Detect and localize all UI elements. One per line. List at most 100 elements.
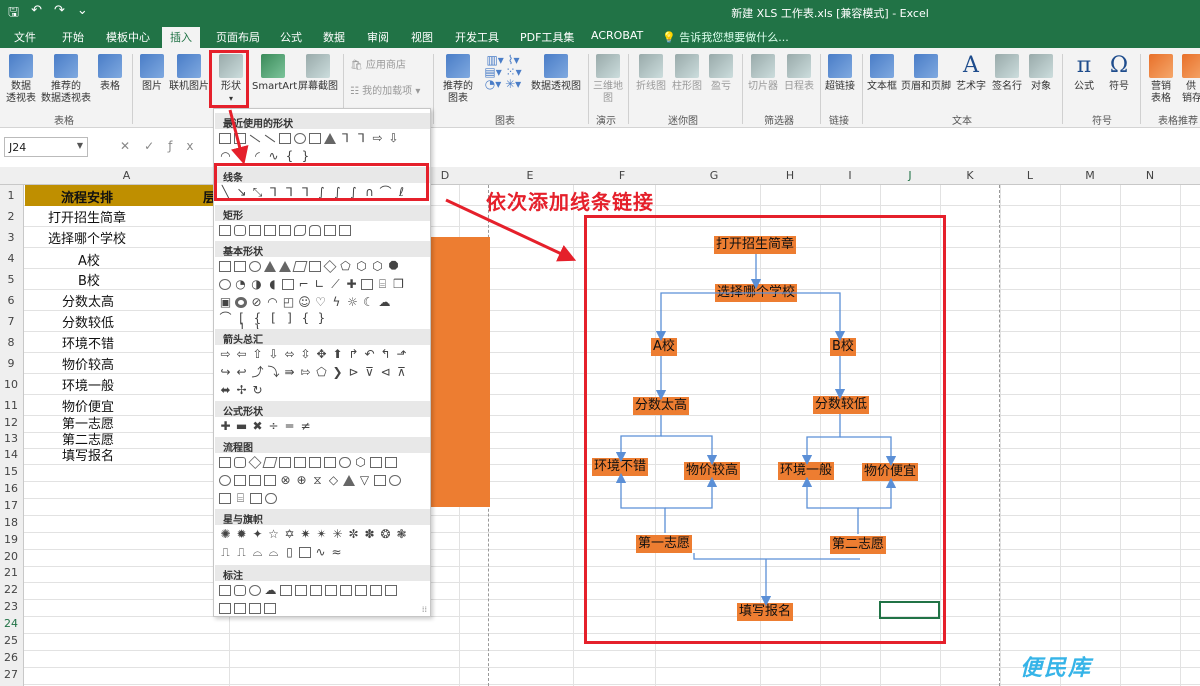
explosion-2-icon[interactable]: ✹ — [235, 528, 248, 541]
vert-textbox-icon[interactable] — [234, 261, 246, 272]
sort-icon[interactable]: ◇ — [327, 474, 340, 487]
cell[interactable]: A校 — [78, 250, 100, 269]
enter-icon[interactable]: ✓ — [144, 139, 168, 153]
multidocument-icon[interactable] — [324, 457, 336, 468]
double-wave-icon[interactable]: ≈ — [330, 546, 343, 559]
fx-icon[interactable]: ƒx — [168, 139, 207, 153]
bent-up-arrow-icon[interactable]: ⬏ — [395, 348, 408, 361]
up-callout-arrow-icon[interactable]: ⊼ — [395, 366, 408, 379]
left-block-arrow-icon[interactable]: ⇦ — [235, 348, 248, 361]
vertical-textbox-shape-icon[interactable] — [234, 133, 246, 144]
stored-data-icon[interactable] — [374, 475, 386, 486]
row-header[interactable]: 13 — [0, 432, 22, 445]
marketing-table-button[interactable]: 营销 表格 — [1144, 54, 1178, 105]
smartart-button[interactable]: SmartArt — [252, 54, 297, 93]
donut-icon[interactable] — [235, 297, 247, 308]
left-bracket-icon[interactable]: [ — [267, 312, 280, 325]
row-header[interactable]: 5 — [0, 273, 22, 286]
accent-callout-1-icon[interactable] — [340, 585, 352, 596]
down-block-arrow-icon[interactable]: ⇩ — [267, 348, 280, 361]
diamond-icon[interactable] — [323, 259, 337, 274]
column-header[interactable]: A — [24, 169, 229, 182]
column-header[interactable]: I — [820, 169, 880, 182]
row-header[interactable]: 11 — [0, 399, 22, 412]
curved-down-arrow-icon[interactable]: ⤵ — [267, 366, 280, 379]
minus-icon[interactable]: ▬ — [235, 420, 248, 433]
row-header[interactable]: 18 — [0, 516, 22, 529]
up-down-arrow-icon[interactable]: ⇳ — [299, 348, 312, 361]
round-top-rect-icon[interactable] — [309, 225, 321, 236]
merge-icon[interactable]: ▽ — [358, 474, 371, 487]
flow-node-price-low[interactable]: 物价便宜 — [862, 463, 919, 481]
cloud-callout-icon[interactable]: ☁ — [264, 584, 277, 597]
rounded-rectangle-shape-icon[interactable] — [309, 133, 321, 144]
table-button[interactable]: 表格 — [96, 54, 124, 93]
star-24-icon[interactable]: ❂ — [379, 528, 392, 541]
pie-icon[interactable]: ◔ — [234, 278, 247, 291]
left-callout-arrow-icon[interactable]: ⊲ — [379, 366, 392, 379]
cell[interactable]: 物价较高 — [62, 354, 114, 373]
chevron-icon[interactable]: ❯ — [331, 366, 344, 379]
row-header[interactable]: 16 — [0, 482, 22, 495]
row-header[interactable]: 20 — [0, 550, 22, 563]
line-callout-1-icon[interactable] — [280, 585, 292, 596]
accent-callout-3-icon[interactable] — [370, 585, 382, 596]
line-callout-2-icon[interactable] — [295, 585, 307, 596]
curved-right-arrow-icon[interactable]: ↪ — [219, 366, 232, 379]
left-right-callout-icon[interactable]: ⬌ — [219, 384, 232, 397]
row-header[interactable]: 15 — [0, 465, 22, 478]
frame-rect-icon[interactable] — [339, 225, 351, 236]
row-header[interactable]: 23 — [0, 600, 22, 613]
column-header[interactable]: N — [1120, 169, 1180, 182]
ribbon-up-icon[interactable]: ⎍ — [219, 546, 232, 559]
name-box[interactable]: J24 ▼ — [4, 137, 88, 157]
flow-node-open[interactable]: 打开招生简章 — [714, 236, 797, 254]
column-header[interactable]: H — [760, 169, 820, 182]
left-right-up-arrow-icon[interactable]: ⬆ — [331, 348, 344, 361]
connector-icon[interactable] — [219, 475, 231, 486]
circular-arrow-icon[interactable]: ↻ — [251, 384, 264, 397]
right-bracket-icon[interactable]: ] — [283, 312, 296, 325]
row-header[interactable]: 7 — [0, 315, 22, 328]
arrow-shape-icon[interactable]: ↘ — [235, 150, 248, 163]
border-callout-4-icon[interactable] — [264, 603, 276, 614]
bevel-icon[interactable]: ▣ — [219, 296, 232, 309]
column-header[interactable]: K — [940, 169, 1000, 182]
flow-node-env-ok[interactable]: 环境一般 — [778, 462, 835, 480]
left-brace-icon[interactable]: { — [299, 312, 312, 325]
tab-developer[interactable]: 开发工具 — [455, 29, 499, 45]
star-7-icon[interactable]: ✷ — [299, 528, 312, 541]
star-10-icon[interactable]: ✳ — [331, 528, 344, 541]
arc-shape-icon[interactable]: ◜ — [251, 150, 264, 163]
equal-icon[interactable]: ═ — [283, 420, 296, 433]
curved-ribbon-down-icon[interactable]: ⌓ — [267, 546, 280, 559]
column-header[interactable]: L — [1000, 169, 1060, 182]
plus-icon[interactable]: ✚ — [219, 420, 232, 433]
row-header[interactable]: 27 — [0, 668, 22, 681]
flow-node-choose[interactable]: 选择哪个学校 — [715, 284, 798, 302]
sun-icon[interactable]: ☼ — [346, 296, 359, 309]
right-arrow-shape-icon[interactable]: ⇨ — [371, 132, 384, 145]
pictures-button[interactable]: 图片 — [138, 54, 166, 93]
quad-callout-icon[interactable]: ✢ — [235, 384, 248, 397]
star-32-icon[interactable]: ❃ — [395, 528, 408, 541]
rounded-callout-icon[interactable] — [234, 585, 246, 596]
row-header[interactable]: 25 — [0, 634, 22, 647]
left-brace-icon[interactable]: { — [283, 150, 296, 163]
tab-templates[interactable]: 模板中心 — [106, 29, 150, 45]
display-icon[interactable] — [265, 493, 277, 504]
column-header[interactable]: D — [431, 169, 459, 182]
row-header[interactable]: 12 — [0, 416, 22, 429]
tab-insert[interactable]: 插入 — [162, 27, 200, 49]
snip-rect-2-icon[interactable] — [264, 225, 276, 236]
quad-arrow-icon[interactable]: ✥ — [315, 348, 328, 361]
header-footer-button[interactable]: 页眉和页脚 — [900, 54, 952, 93]
star-12-icon[interactable]: ✼ — [347, 528, 360, 541]
symbol-button[interactable]: Ω 符号 — [1104, 54, 1134, 93]
trapezoid-icon[interactable] — [309, 261, 321, 272]
cancel-icon[interactable]: ✕ — [120, 139, 144, 153]
online-pictures-button[interactable]: 联机图片 — [168, 54, 210, 93]
data-icon[interactable] — [262, 457, 278, 468]
smiley-icon[interactable]: ☺ — [298, 296, 311, 309]
accent-callout-2-icon[interactable] — [355, 585, 367, 596]
